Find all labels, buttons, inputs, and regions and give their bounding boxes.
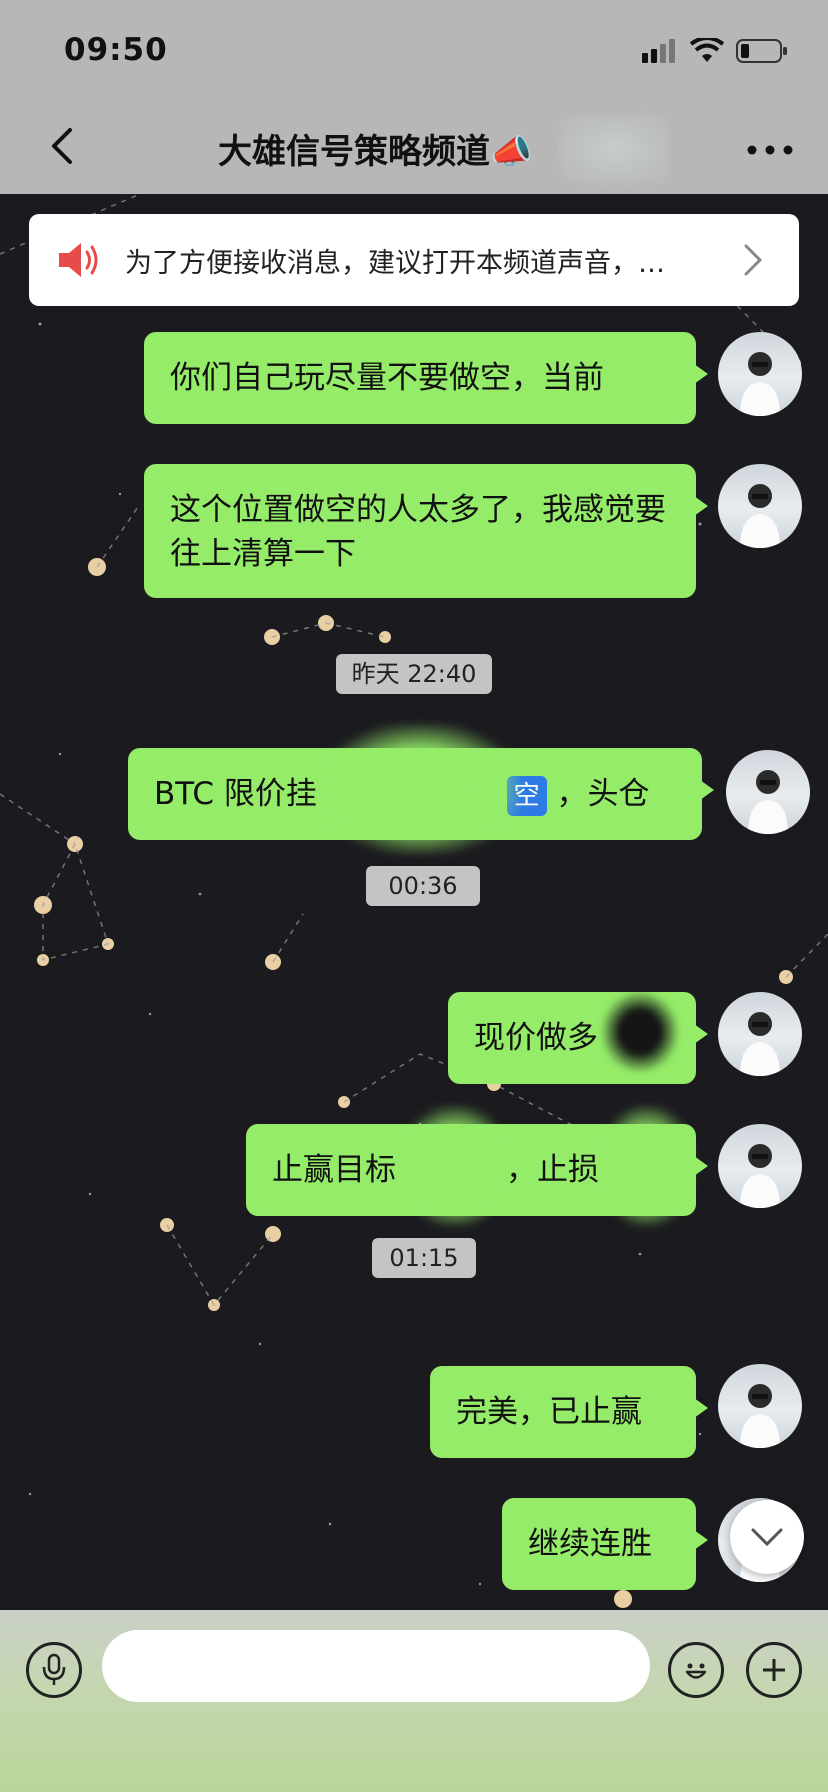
message-bubble[interactable]: 继续连胜 <box>502 1498 708 1590</box>
avatar[interactable] <box>726 750 810 834</box>
status-icons <box>642 38 788 64</box>
scroll-to-bottom-button[interactable] <box>730 1500 804 1574</box>
redacted-area <box>600 990 680 1074</box>
redacted-area <box>600 1106 694 1226</box>
signal-icon <box>642 39 675 63</box>
chevron-down-icon <box>751 1528 783 1547</box>
more-actions-button[interactable] <box>746 1642 802 1698</box>
timestamp: 昨天 22:40 <box>336 654 492 694</box>
message-text-b: ，止损 <box>506 1152 599 1188</box>
status-bar: 09:50 <box>0 0 828 100</box>
speaker-icon <box>57 237 103 283</box>
message-text: 完美，已止赢 <box>456 1394 642 1430</box>
avatar[interactable] <box>718 332 802 416</box>
input-bar <box>0 1610 828 1792</box>
avatar[interactable] <box>718 992 802 1076</box>
microphone-icon <box>42 1653 66 1685</box>
redacted-area <box>320 724 520 854</box>
notice-text: 为了方便接收消息，建议打开本频道声音，… <box>125 247 665 279</box>
emoji-icon <box>685 1663 707 1679</box>
message-text: 这个位置做空的人太多了，我感觉要往上清算一下 <box>170 492 666 572</box>
chat-title: 大雄信号策略频道📣 <box>218 132 533 172</box>
timestamp: 01:15 <box>372 1238 476 1278</box>
more-button[interactable] <box>742 130 798 170</box>
sound-notice-banner[interactable]: 为了方便接收消息，建议打开本频道声音，… <box>29 214 799 306</box>
plus-icon <box>763 1659 785 1681</box>
message-bubble[interactable]: 这个位置做空的人太多了，我感觉要往上清算一下 <box>144 464 708 598</box>
more-icon <box>747 145 793 155</box>
message-bubble[interactable]: 完美，已止赢 <box>430 1366 708 1458</box>
message-text: 你们自己玩尽量不要做空，当前 <box>170 360 604 396</box>
redacted-area <box>400 1106 510 1226</box>
back-icon <box>52 128 72 164</box>
voice-input-button[interactable] <box>26 1642 82 1698</box>
message-text-prefix: BTC 限价挂 <box>154 776 317 812</box>
message-bubble[interactable]: 你们自己玩尽量不要做空，当前 <box>144 332 708 424</box>
redacted-area <box>560 114 670 184</box>
avatar[interactable] <box>718 1364 802 1448</box>
wifi-icon <box>690 38 724 62</box>
status-time: 09:50 <box>64 32 168 68</box>
avatar[interactable] <box>718 464 802 548</box>
timestamp: 00:36 <box>366 866 480 906</box>
battery-icon <box>736 39 787 63</box>
emoji-button[interactable] <box>668 1642 724 1698</box>
message-text: 继续连胜 <box>528 1526 652 1562</box>
chat-area[interactable]: 为了方便接收消息，建议打开本频道声音，… 你们自己玩尽量不要做空，当前 这个位置… <box>0 194 828 1610</box>
message-text: 现价做多 <box>474 1020 598 1056</box>
message-text-suffix: ，头仓 <box>556 776 650 812</box>
chat-header: 大雄信号策略频道📣 <box>0 100 828 194</box>
avatar[interactable] <box>718 1124 802 1208</box>
message-input[interactable] <box>102 1630 650 1702</box>
message-text-a: 止赢目标 <box>272 1152 396 1188</box>
chevron-right-icon <box>744 244 763 276</box>
back-button[interactable] <box>40 124 84 168</box>
